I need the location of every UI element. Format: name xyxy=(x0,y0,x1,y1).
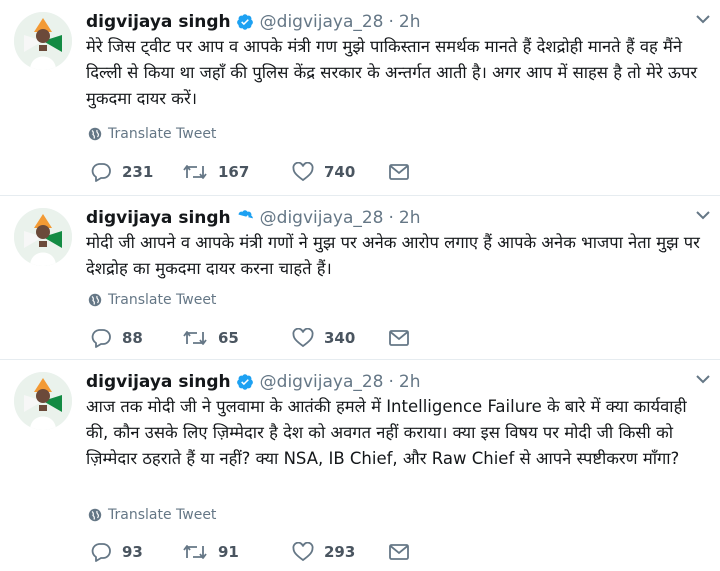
separator-dot: · xyxy=(388,372,394,392)
tweet-1[interactable]: digvijaya singh @digvijaya_28 · 2h मेरे … xyxy=(0,0,720,196)
envelope-icon xyxy=(389,544,409,560)
translate-tweet-link[interactable]: Translate Tweet xyxy=(88,292,216,308)
author-handle[interactable]: @digvijaya_28 xyxy=(260,206,384,230)
reply-icon xyxy=(91,543,111,562)
retweet-count: 91 xyxy=(218,543,239,561)
retweet-button[interactable]: 91 xyxy=(182,542,292,562)
tweet-actions: 231 167 740 xyxy=(90,162,420,182)
tweet-timestamp[interactable]: 2h xyxy=(399,206,421,230)
reply-count: 93 xyxy=(122,543,143,561)
globe-icon xyxy=(88,127,102,141)
tweet-text: मेरे जिस ट्वीट पर आप व आपके मंत्री गण मु… xyxy=(86,37,698,108)
translate-label: Translate Tweet xyxy=(108,292,217,308)
chevron-down-icon[interactable] xyxy=(694,208,712,222)
tweet-header: digvijaya singh @digvijaya_28 · 2h xyxy=(86,370,421,394)
direct-message-button[interactable] xyxy=(388,163,420,181)
tweet-3[interactable]: digvijaya singh @digvijaya_28 · 2h आज तक… xyxy=(0,360,720,571)
like-count: 740 xyxy=(324,163,356,181)
like-button[interactable]: 293 xyxy=(292,542,388,562)
like-button[interactable]: 740 xyxy=(292,162,388,182)
avatar-image xyxy=(14,208,72,266)
author-handle[interactable]: @digvijaya_28 xyxy=(260,10,384,34)
tweet-actions: 93 91 293 xyxy=(90,542,420,562)
separator-dot: · xyxy=(388,208,394,228)
envelope-icon xyxy=(389,164,409,180)
verified-badge-icon xyxy=(236,14,253,30)
retweet-button[interactable]: 65 xyxy=(182,328,292,348)
reply-button[interactable]: 231 xyxy=(90,162,182,182)
avatar[interactable] xyxy=(14,208,72,266)
chevron-down-icon[interactable] xyxy=(694,12,712,26)
globe-icon xyxy=(88,508,102,522)
globe-icon xyxy=(88,293,102,307)
translate-label: Translate Tweet xyxy=(108,507,217,523)
tweet-2[interactable]: digvijaya singh @digvijaya_28 · 2h मोदी … xyxy=(0,196,720,360)
author-handle[interactable]: @digvijaya_28 xyxy=(260,370,384,394)
retweet-button[interactable]: 167 xyxy=(182,162,292,182)
direct-message-button[interactable] xyxy=(388,329,420,347)
retweet-icon xyxy=(183,165,207,179)
envelope-icon xyxy=(389,330,409,346)
retweet-count: 65 xyxy=(218,329,239,347)
like-count: 340 xyxy=(324,329,356,347)
avatar[interactable] xyxy=(14,12,72,70)
reply-icon xyxy=(91,163,111,182)
reply-icon xyxy=(91,329,111,348)
author-name[interactable]: digvijaya singh xyxy=(86,370,231,394)
separator-dot: · xyxy=(388,12,394,32)
verified-badge-icon xyxy=(238,210,253,222)
tweet-text: मोदी जी आपने व आपके मंत्री गणों ने मुझ प… xyxy=(86,233,700,278)
avatar-image xyxy=(14,372,72,430)
heart-icon xyxy=(292,542,314,562)
tweet-timestamp[interactable]: 2h xyxy=(399,10,421,34)
avatar[interactable] xyxy=(14,372,72,430)
reply-count: 88 xyxy=(122,329,143,347)
reply-count: 231 xyxy=(122,163,154,181)
translate-label: Translate Tweet xyxy=(108,126,217,142)
tweet-actions: 88 65 340 xyxy=(90,328,420,348)
retweet-icon xyxy=(183,331,207,345)
author-name[interactable]: digvijaya singh xyxy=(86,206,231,230)
tweet-header: digvijaya singh @digvijaya_28 · 2h xyxy=(86,10,421,34)
tweet-timeline: digvijaya singh @digvijaya_28 · 2h मेरे … xyxy=(0,0,720,571)
reply-button[interactable]: 93 xyxy=(90,542,182,562)
heart-icon xyxy=(292,328,314,348)
direct-message-button[interactable] xyxy=(388,543,420,561)
tweet-header: digvijaya singh @digvijaya_28 · 2h xyxy=(86,206,421,230)
verified-badge-icon xyxy=(236,374,253,390)
reply-button[interactable]: 88 xyxy=(90,328,182,348)
translate-tweet-link[interactable]: Translate Tweet xyxy=(88,507,216,523)
retweet-icon xyxy=(183,545,207,559)
tweet-text: आज तक मोदी जी ने पुलवामा के आतंकी हमले म… xyxy=(86,397,687,468)
author-name[interactable]: digvijaya singh xyxy=(86,10,231,34)
tweet-timestamp[interactable]: 2h xyxy=(399,370,421,394)
retweet-count: 167 xyxy=(218,163,250,181)
translate-tweet-link[interactable]: Translate Tweet xyxy=(88,126,216,142)
heart-icon xyxy=(292,162,314,182)
chevron-down-icon[interactable] xyxy=(694,372,712,386)
avatar-image xyxy=(14,12,72,70)
like-count: 293 xyxy=(324,543,356,561)
like-button[interactable]: 340 xyxy=(292,328,388,348)
